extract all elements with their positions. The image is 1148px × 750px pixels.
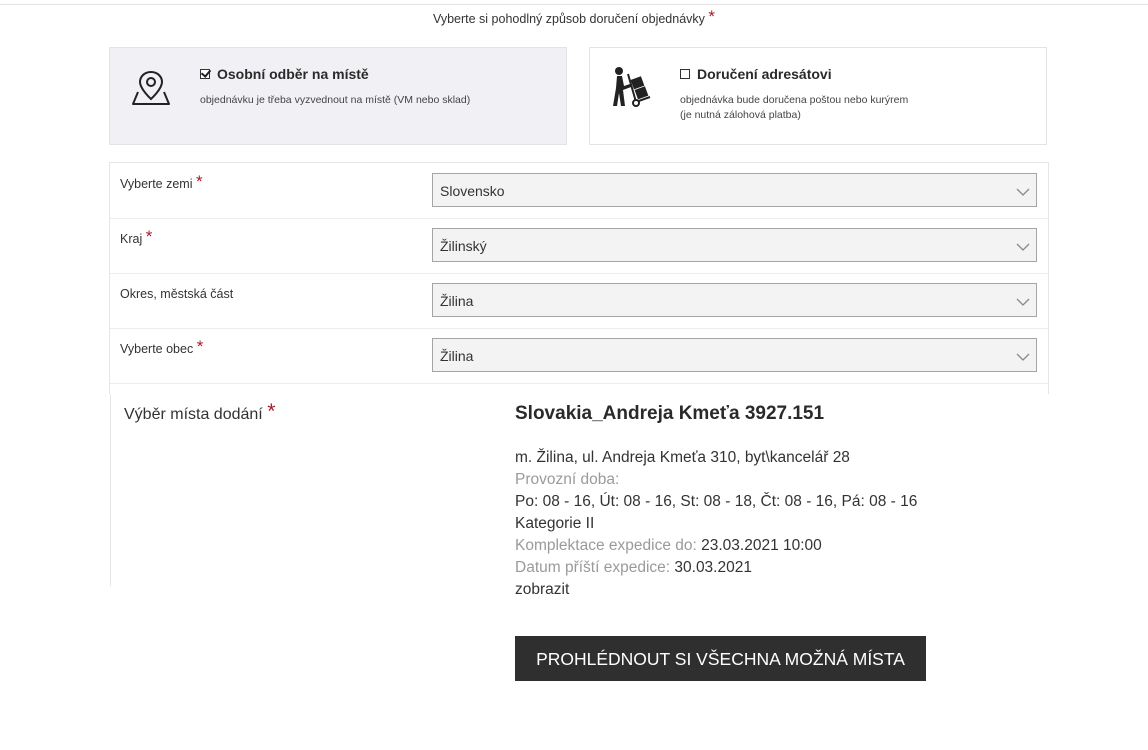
show-details-link[interactable]: zobrazit	[515, 581, 569, 599]
delivery-place-address: m. Žilina, ul. Andreja Kmeťa 310, byt\ka…	[515, 449, 850, 466]
pickup-description: objednávku je třeba vyzvednout na místě …	[200, 94, 471, 106]
region-label: Kraj *	[120, 228, 152, 246]
map-pin-icon	[130, 68, 172, 113]
required-marker: *	[708, 7, 716, 26]
chevron-down-icon	[1016, 294, 1030, 312]
next-dispatch-date: Datum příští expedice: 30.03.2021	[515, 559, 752, 577]
delivery-description: objednávka bude doručena poštou nebo kur…	[680, 93, 908, 123]
delivery-option-card[interactable]: Doručení adresátovi objednávka bude doru…	[589, 47, 1047, 145]
district-select-value: Žilina	[440, 293, 474, 309]
municipality-select[interactable]: Žilina	[432, 338, 1037, 372]
country-select-value: Slovensko	[440, 183, 505, 199]
section-divider	[110, 394, 111, 586]
next-dispatch-label: Datum příští expedice:	[515, 559, 671, 576]
municipality-select-value: Žilina	[440, 348, 474, 364]
district-label: Okres, městská část	[120, 287, 234, 301]
country-label-text: Vyberte zemi	[120, 177, 193, 191]
place-category: Kategorie II	[515, 515, 595, 532]
required-marker: *	[145, 227, 153, 246]
chevron-down-icon	[1016, 184, 1030, 202]
opening-hours-label: Provozní doba:	[515, 471, 620, 488]
country-row: Vyberte zemi * Slovensko	[110, 163, 1048, 219]
delivery-place-label-text: Výběr místa dodání	[124, 406, 263, 423]
chevron-down-icon	[1016, 349, 1030, 367]
pickup-option-title[interactable]: Osobní odběr na místě	[200, 66, 369, 82]
delivery-title-text: Doručení adresátovi	[697, 66, 832, 82]
delivery-checkbox[interactable]	[680, 69, 690, 79]
required-marker: *	[195, 172, 203, 191]
top-divider	[0, 4, 1148, 5]
chevron-down-icon	[1016, 239, 1030, 257]
region-row: Kraj * Žilinský	[110, 218, 1048, 274]
required-marker: *	[196, 337, 204, 356]
heading-text: Vyberte si pohodlný způsob doručení obje…	[432, 12, 705, 26]
country-label: Vyberte zemi *	[120, 173, 203, 191]
municipality-label: Vyberte obec *	[120, 338, 203, 356]
delivery-place-title: Slovakia_Andreja Kmeťa 3927.151	[515, 403, 825, 424]
municipality-label-text: Vyberte obec	[120, 342, 194, 356]
delivery-option-title[interactable]: Doručení adresátovi	[680, 66, 832, 82]
region-select-value: Žilinský	[440, 238, 487, 254]
district-select[interactable]: Žilina	[432, 283, 1037, 317]
pickup-title-text: Osobní odběr na místě	[217, 66, 369, 82]
region-label-text: Kraj	[120, 232, 143, 246]
delivery-description-line2: (je nutná zálohová platba)	[680, 109, 801, 121]
pickup-option-card[interactable]: Osobní odběr na místě objednávku je třeb…	[109, 47, 567, 145]
district-row: Okres, městská část Žilina	[110, 273, 1048, 329]
delivery-description-line1: objednávka bude doručena poštou nebo kur…	[680, 94, 909, 106]
next-dispatch-value: 30.03.2021	[674, 559, 752, 576]
view-all-places-button[interactable]: PROHLÉDNOUT SI VŠECHNA MOŽNÁ MÍSTA	[515, 636, 926, 681]
delivery-place-label: Výběr místa dodání *	[124, 401, 275, 424]
opening-hours: Po: 08 - 16, Út: 08 - 16, St: 08 - 18, Č…	[515, 493, 918, 510]
completion-deadline-label: Komplektace expedice do:	[515, 537, 697, 554]
delivery-method-heading: Vyberte si pohodlný způsob doručení obje…	[0, 8, 1148, 26]
region-select[interactable]: Žilinský	[432, 228, 1037, 262]
country-select[interactable]: Slovensko	[432, 173, 1037, 207]
pickup-checkbox[interactable]	[200, 69, 210, 79]
completion-deadline: Komplektace expedice do: 23.03.2021 10:0…	[515, 537, 822, 555]
hand-truck-icon	[610, 66, 654, 113]
required-marker: *	[267, 400, 276, 423]
municipality-row: Vyberte obec * Žilina	[110, 328, 1048, 384]
address-form: Vyberte zemi * Slovensko Kraj * Žilinský…	[109, 162, 1049, 394]
completion-deadline-value: 23.03.2021 10:00	[701, 537, 822, 554]
